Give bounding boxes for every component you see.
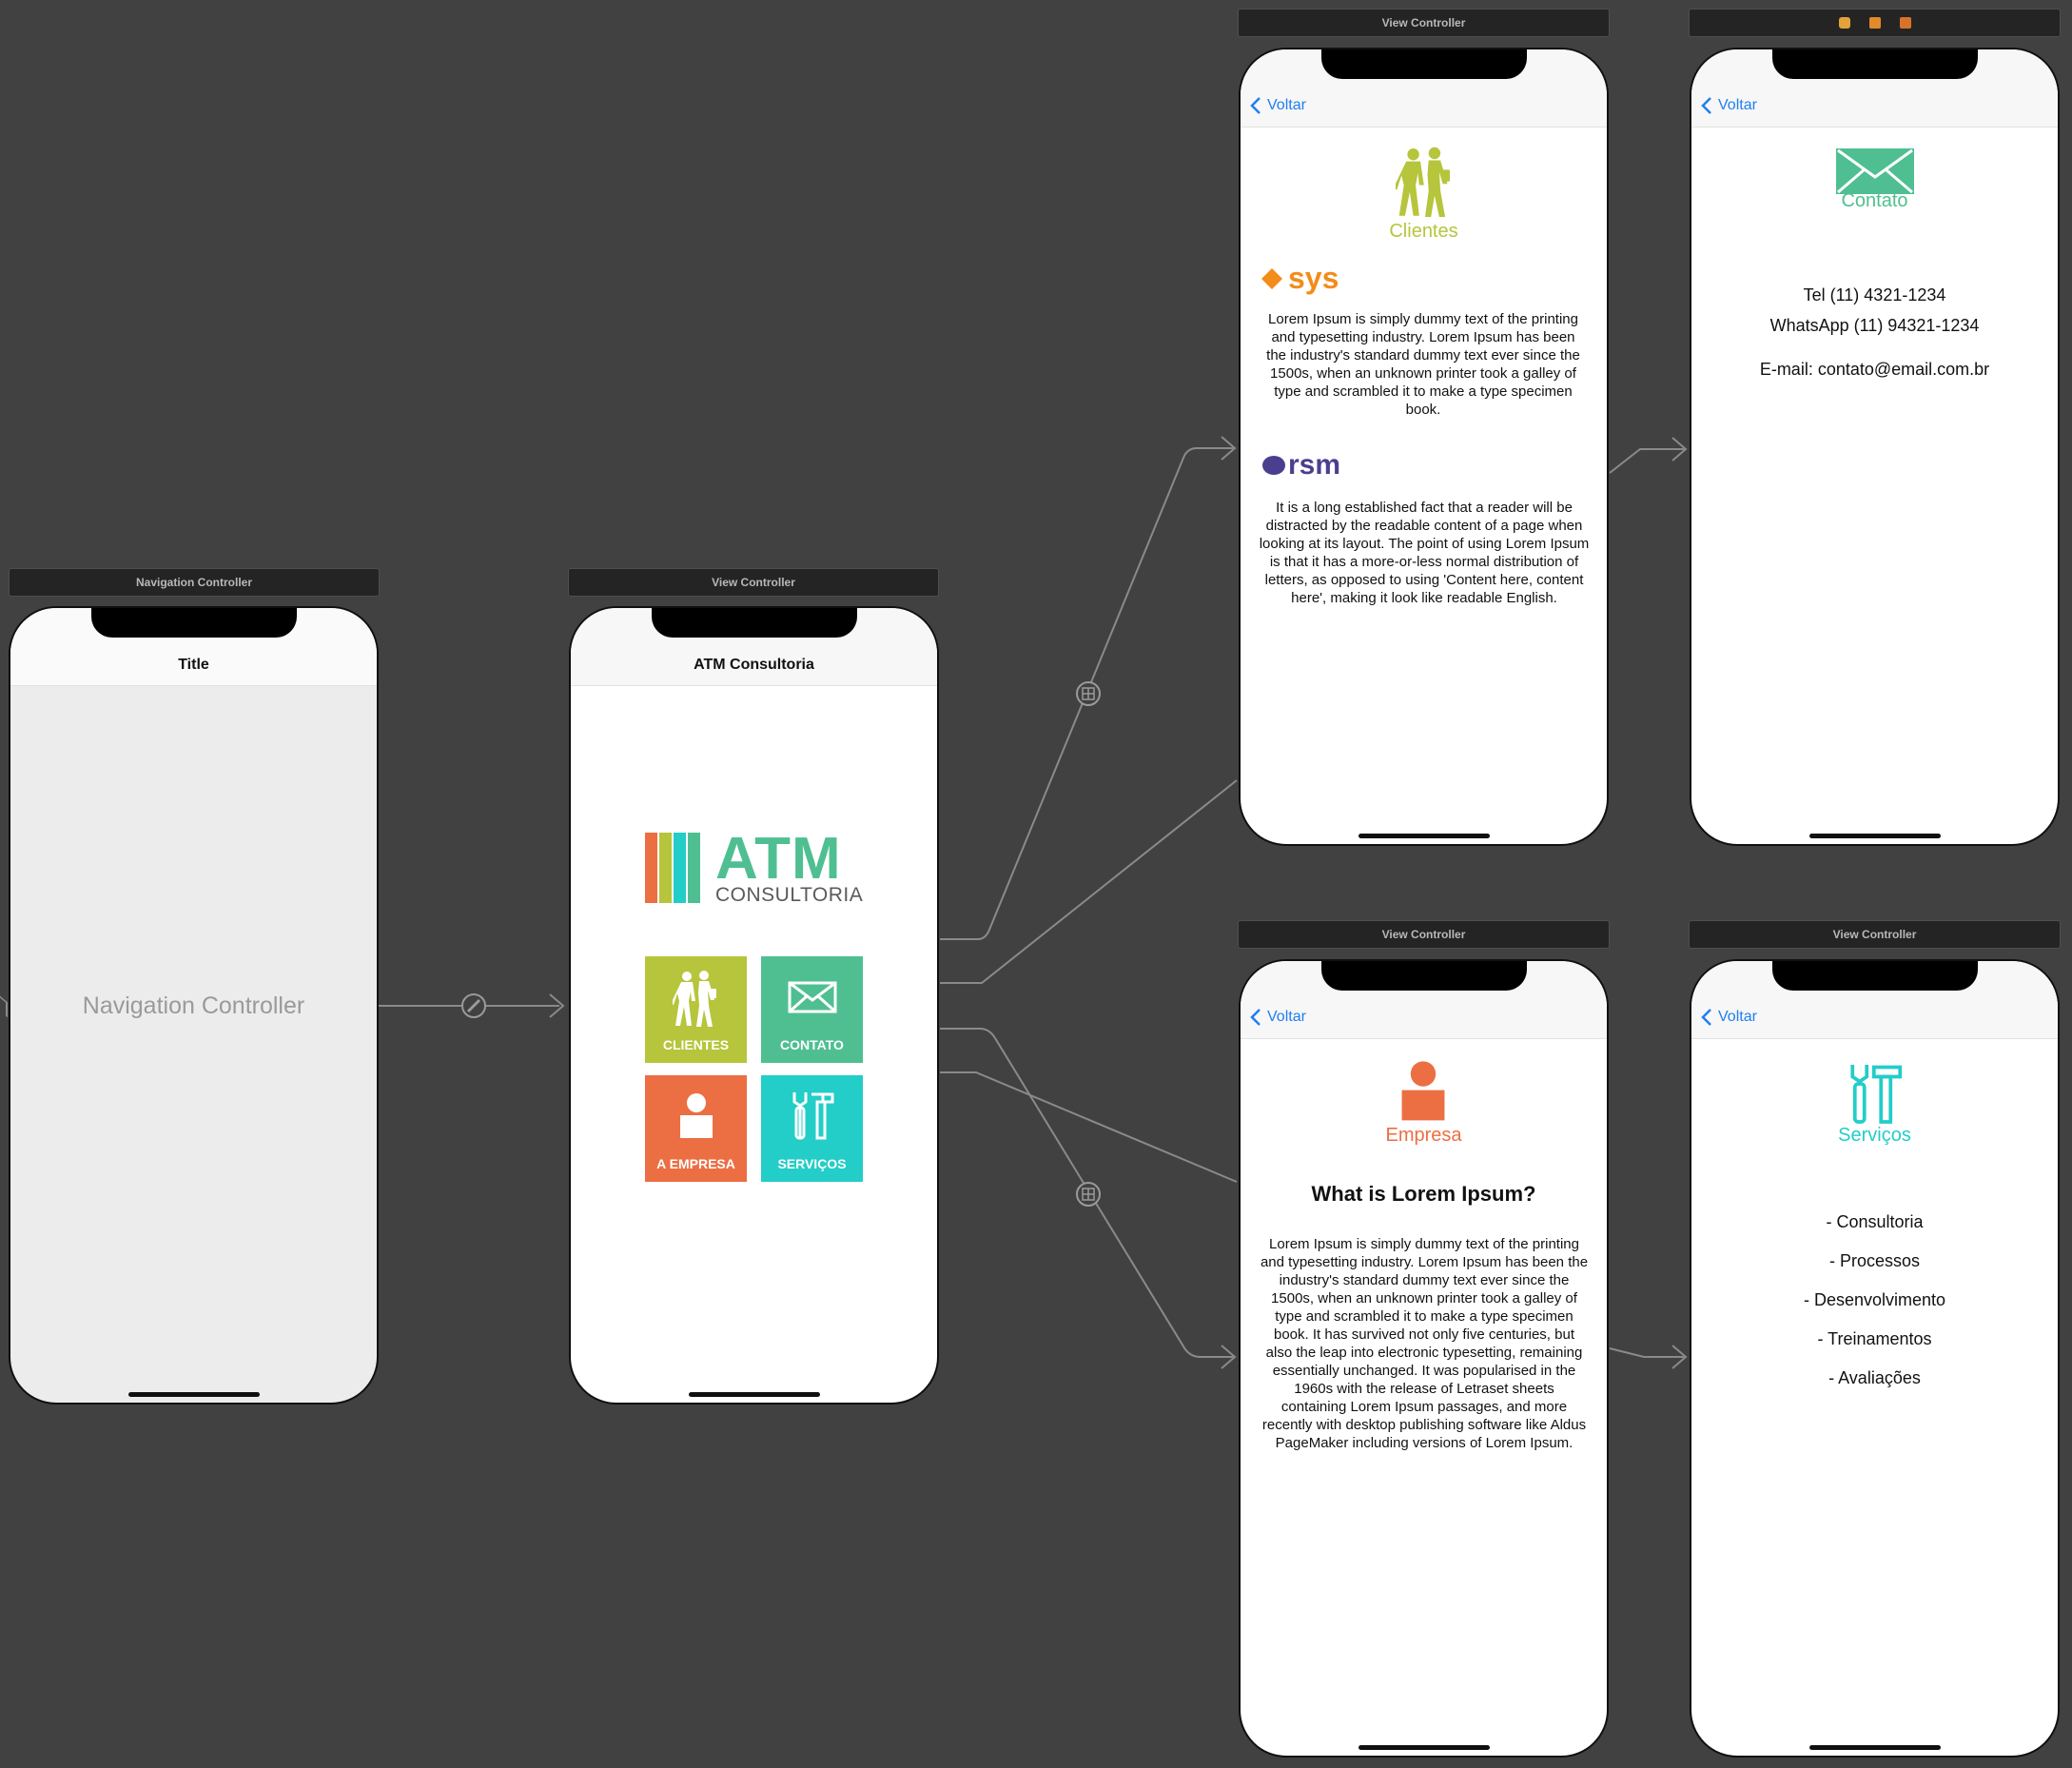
logo-main-text: ATM — [715, 826, 842, 892]
clientes-tile-button[interactable]: CLIENTES — [645, 956, 747, 1063]
segue-line-clientes-contato — [1609, 448, 1684, 474]
tile-label: A EMPRESA — [656, 1156, 735, 1171]
servicos-scene[interactable]: Voltar Serviços - Consultoria - Processo… — [1690, 959, 2060, 1758]
tile-label: CONTATO — [780, 1037, 844, 1052]
back-label: Voltar — [1267, 97, 1306, 113]
device-notch — [1321, 961, 1527, 991]
home-indicator — [1359, 1745, 1490, 1750]
device-notch — [1321, 49, 1527, 79]
chevron-left-icon — [1701, 1009, 1711, 1026]
device-notch — [91, 608, 297, 638]
nav-title: ATM Consultoria — [694, 657, 814, 673]
logo-stripes-icon — [645, 833, 700, 903]
chevron-left-icon — [1250, 97, 1261, 114]
contato-tile-button[interactable]: CONTATO — [761, 956, 863, 1063]
contato-heading: Contato — [1841, 190, 1908, 211]
service-item: - Treinamentos — [1817, 1329, 1932, 1348]
blob-icon — [1262, 456, 1285, 475]
scene-title-navigation-controller[interactable]: Navigation Controller — [9, 568, 380, 597]
exit-icon[interactable] — [1899, 17, 1911, 29]
back-button[interactable]: Voltar — [1250, 96, 1306, 115]
empresa-heading: Empresa — [1385, 1125, 1462, 1146]
home-indicator — [1359, 834, 1490, 838]
navigation-controller-placeholder: Navigation Controller — [82, 992, 305, 1019]
clientes-scene[interactable]: Voltar Clientes sys Lorem Ipsum is simpl… — [1239, 48, 1609, 846]
scene-title-servicos[interactable]: View Controller — [1689, 920, 2061, 949]
device-notch — [1772, 49, 1978, 79]
home-indicator — [128, 1392, 260, 1397]
scene-title-home[interactable]: View Controller — [568, 568, 939, 597]
back-button[interactable]: Voltar — [1701, 96, 1757, 115]
envelope-icon — [761, 981, 863, 1013]
home-indicator — [689, 1392, 820, 1397]
nav-title: Title — [178, 657, 209, 673]
show-segue-icon — [1076, 681, 1101, 706]
tile-label: CLIENTES — [662, 1037, 730, 1052]
service-item: - Consultoria — [1826, 1212, 1924, 1231]
diamond-icon — [1261, 267, 1282, 289]
root-relationship-icon — [461, 993, 486, 1018]
person-icon — [1397, 1060, 1450, 1128]
device-notch — [1772, 961, 1978, 991]
back-button[interactable]: Voltar — [1701, 1008, 1757, 1027]
scene-dock[interactable] — [1689, 9, 2061, 37]
empresa-tile-button[interactable]: A EMPRESA — [645, 1075, 747, 1182]
people-walking-icon — [1393, 145, 1455, 226]
empresa-scene[interactable]: Voltar Empresa What is Lorem Ipsum? Lore… — [1239, 959, 1609, 1758]
people-walking-icon — [645, 970, 747, 1029]
show-segue-icon — [1076, 1182, 1101, 1207]
segue-line-empresa-servicos — [1609, 1347, 1684, 1358]
client-description: It is a long established fact that a rea… — [1259, 500, 1590, 606]
navigation-controller-scene[interactable]: Title Navigation Controller — [9, 606, 379, 1405]
client-logo-sys: sys — [1260, 261, 1339, 296]
segue-line-servicos — [940, 1071, 1238, 1183]
servicos-tile-button[interactable]: SERVIÇOS — [761, 1075, 863, 1182]
back-button[interactable]: Voltar — [1250, 1008, 1306, 1027]
phone-number: Tel (11) 4321-1234 — [1803, 285, 1946, 304]
person-icon — [645, 1092, 747, 1140]
tools-icon — [1844, 1060, 1906, 1131]
home-indicator — [1809, 1745, 1941, 1750]
service-item: - Avaliações — [1828, 1368, 1921, 1387]
chevron-left-icon — [1701, 97, 1711, 114]
scene-title-clientes[interactable]: View Controller — [1238, 9, 1610, 37]
back-label: Voltar — [1718, 1009, 1757, 1025]
home-scene[interactable]: ATM Consultoria ATM CONSULTORIA CLIENTES — [569, 606, 939, 1405]
tools-icon — [761, 1089, 863, 1142]
first-responder-icon[interactable] — [1868, 17, 1881, 29]
empresa-subheading: What is Lorem Ipsum? — [1311, 1182, 1536, 1206]
tile-label: SERVIÇOS — [777, 1156, 847, 1171]
service-item: - Desenvolvimento — [1803, 1290, 1946, 1309]
client-logo-rsm: rsm — [1261, 449, 1340, 481]
back-label: Voltar — [1718, 97, 1757, 113]
contato-scene[interactable]: Voltar Contato Tel (11) 4321-1234 WhatsA… — [1690, 48, 2060, 846]
back-label: Voltar — [1267, 1009, 1306, 1025]
chevron-left-icon — [1250, 1009, 1261, 1026]
segue-line-contato — [940, 779, 1238, 984]
view-controller-icon[interactable] — [1838, 17, 1850, 29]
service-item: - Processos — [1828, 1251, 1921, 1270]
clientes-heading: Clientes — [1389, 221, 1458, 242]
servicos-heading: Serviços — [1838, 1125, 1911, 1146]
scene-title-empresa[interactable]: View Controller — [1238, 920, 1610, 949]
email-address: E-mail: contato@email.com.br — [1759, 360, 1990, 379]
logo-sub-text: CONSULTORIA — [715, 884, 864, 906]
empresa-body-text: Lorem Ipsum is simply dummy text of the … — [1260, 1236, 1589, 1451]
atm-logo: ATM CONSULTORIA — [645, 826, 873, 909]
device-notch — [652, 608, 857, 638]
whatsapp-number: WhatsApp (11) 94321-1234 — [1769, 316, 1980, 335]
home-indicator — [1809, 834, 1941, 838]
client-description: Lorem Ipsum is simply dummy text of the … — [1266, 311, 1580, 418]
